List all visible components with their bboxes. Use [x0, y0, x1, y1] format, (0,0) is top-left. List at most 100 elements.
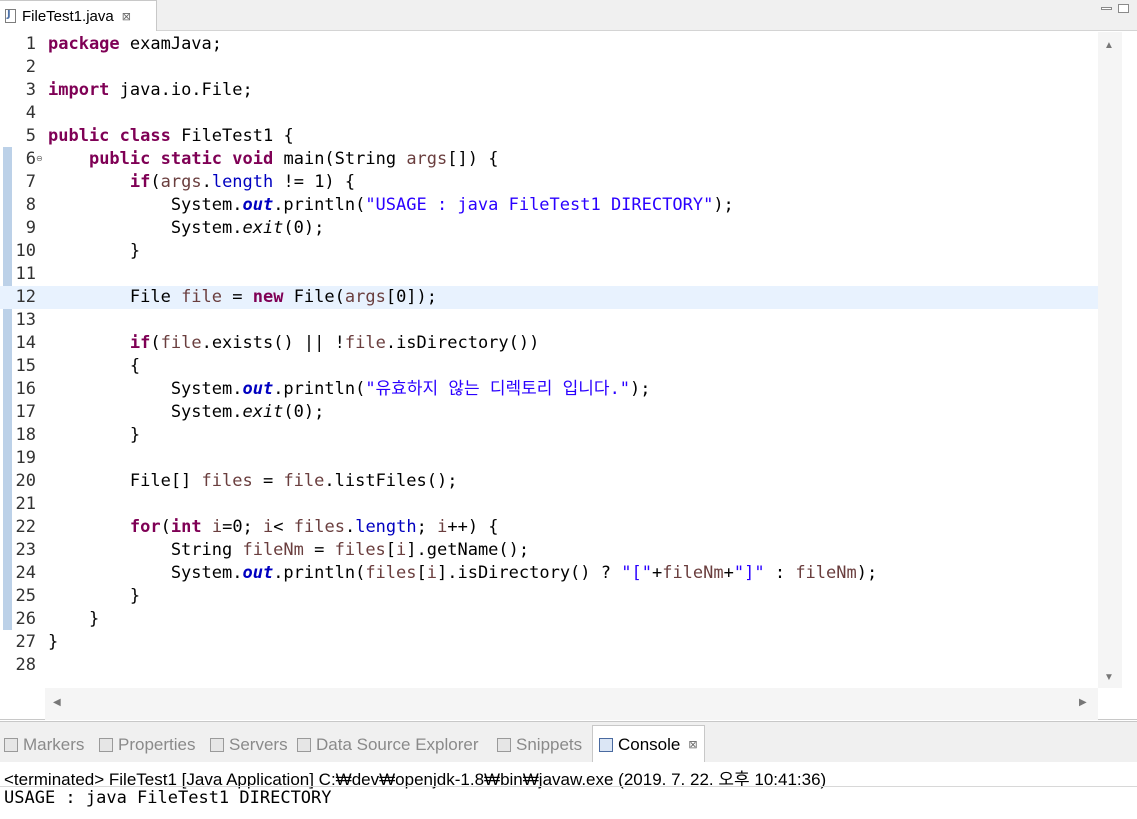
code-line[interactable]: 28	[0, 654, 1098, 677]
scroll-up-icon[interactable]: ▲	[1104, 40, 1114, 51]
code-text: }	[48, 609, 100, 629]
console-output: USAGE : java FileTest1 DIRECTORY	[4, 788, 332, 808]
code-editor[interactable]: 1 package examJava; 2 3 import java.io.File;…	[0, 32, 1137, 720]
code-text: import java.io.File;	[48, 80, 253, 100]
code-line[interactable]: 16 System.out.println("유효하지 않는 디렉토리 입니다.…	[0, 378, 1098, 401]
code-line[interactable]: 11	[0, 263, 1098, 286]
tab-properties[interactable]: Properties	[99, 731, 195, 759]
tab-markers-label: Markers	[23, 735, 85, 754]
tab-console-label: Console	[618, 734, 681, 754]
line-number: 25	[15, 586, 36, 606]
code-line[interactable]: 19	[0, 447, 1098, 470]
code-text: for(int i=0; i< files.length; i++) {	[129, 517, 499, 537]
markers-icon	[4, 738, 18, 752]
tab-snippets[interactable]: Snippets	[497, 731, 582, 759]
code-line[interactable]: 18 }	[0, 424, 1098, 447]
code-text: }	[48, 586, 141, 606]
code-line[interactable]: 8 System.out.println("USAGE : java FileT…	[0, 194, 1098, 217]
line-number: 11	[15, 264, 36, 284]
console-divider	[0, 786, 1137, 787]
code-text: package examJava;	[48, 34, 223, 54]
code-text: File[] files = file.listFiles();	[48, 471, 458, 491]
data-source-explorer-icon	[297, 738, 311, 752]
line-number: 23	[15, 540, 36, 560]
code-line[interactable]: 3 import java.io.File;	[0, 79, 1098, 102]
code-text: System.out.println("USAGE : java FileTes…	[48, 195, 734, 215]
view-tab-bar: Markers Properties Servers Data Source E…	[0, 721, 1137, 763]
line-number: 14	[15, 333, 36, 353]
line-number: 15	[15, 356, 36, 376]
line-number: 9	[25, 218, 36, 238]
scroll-left-icon[interactable]: ◀	[53, 697, 61, 708]
tab-snippets-label: Snippets	[516, 735, 583, 754]
editor-tab-label: FileTest1.java	[22, 7, 114, 25]
line-number: 19	[15, 448, 36, 468]
console-panel[interactable]: <terminated> FileTest1 [Java Application…	[0, 762, 1137, 819]
scroll-down-icon[interactable]: ▼	[1104, 672, 1114, 683]
tab-data-source-explorer[interactable]: Data Source Explorer	[297, 731, 479, 759]
code-line[interactable]: 12 File file = new File(args[0]);	[0, 286, 1098, 309]
line-number: 12	[15, 287, 36, 307]
code-line[interactable]: 13	[0, 309, 1098, 332]
code-line[interactable]: 6 ⊖ public static void main(String args[]…	[0, 148, 1098, 171]
properties-icon	[99, 738, 113, 752]
code-text: }	[48, 241, 141, 261]
scroll-right-icon[interactable]: ▶	[1079, 697, 1087, 708]
code-line[interactable]: 25 }	[0, 585, 1098, 608]
code-line[interactable]: 9 System.exit(0);	[0, 217, 1098, 240]
line-number: 10	[15, 241, 36, 261]
code-line[interactable]: 15 {	[0, 355, 1098, 378]
editor-tab-filetest1[interactable]: FileTest1.java ⊠	[0, 0, 157, 31]
line-number: 26	[15, 609, 36, 629]
line-number: 22	[15, 517, 36, 537]
line-number: 5	[25, 126, 36, 146]
code-line[interactable]: 2	[0, 56, 1098, 79]
fold-toggle-icon[interactable]: ⊖	[36, 154, 43, 163]
code-line[interactable]: 4	[0, 102, 1098, 125]
code-line[interactable]: 26 }	[0, 608, 1098, 631]
code-line[interactable]: 27}	[0, 631, 1098, 654]
code-line[interactable]: 17 System.exit(0);	[0, 401, 1098, 424]
tab-console[interactable]: Console ⊠	[592, 725, 705, 763]
line-number: 21	[15, 494, 36, 514]
line-number: 13	[15, 310, 36, 330]
line-number: 24	[15, 563, 36, 583]
code-text: public static void main(String args[]) {	[88, 149, 499, 169]
minimize-icon[interactable]	[1101, 7, 1112, 10]
line-number: 28	[15, 655, 36, 675]
code-line[interactable]: 7 if(args.length != 1) {	[0, 171, 1098, 194]
vertical-scrollbar[interactable]: ▲ ▼	[1098, 32, 1122, 688]
tab-servers[interactable]: Servers	[210, 731, 288, 759]
line-number: 18	[15, 425, 36, 445]
code-text: if(args.length != 1) {	[129, 172, 356, 192]
code-text: File file = new File(args[0]);	[48, 287, 438, 307]
horizontal-scrollbar[interactable]: ◀ ▶	[45, 688, 1098, 720]
code-line[interactable]: 5 public class FileTest1 {	[0, 125, 1098, 148]
code-text: String fileNm = files[i].getName();	[48, 540, 530, 560]
code-line[interactable]: 20 File[] files = file.listFiles();	[0, 470, 1098, 493]
line-number: 2	[25, 57, 36, 77]
tab-properties-label: Properties	[118, 735, 196, 754]
code-line[interactable]: 21	[0, 493, 1098, 516]
close-icon[interactable]: ⊠	[122, 10, 131, 23]
code-text: System.exit(0);	[48, 218, 325, 238]
tab-markers[interactable]: Markers	[4, 731, 84, 759]
close-icon[interactable]: ⊠	[688, 738, 697, 751]
code-line[interactable]: 24 System.out.println(files[i].isDirecto…	[0, 562, 1098, 585]
code-line[interactable]: 23 String fileNm = files[i].getName();	[0, 539, 1098, 562]
code-line[interactable]: 22 for(int i=0; i< files.length; i++) {	[0, 516, 1098, 539]
code-text: if(file.exists() || !file.isDirectory())	[129, 333, 540, 353]
line-number: 3	[25, 80, 36, 100]
code-text: System.exit(0);	[48, 402, 325, 422]
code-line[interactable]: 10 }	[0, 240, 1098, 263]
servers-icon	[210, 738, 224, 752]
line-number: 7	[25, 172, 36, 192]
snippets-icon	[497, 738, 511, 752]
java-file-icon	[5, 9, 16, 23]
maximize-icon[interactable]	[1118, 4, 1129, 13]
line-number: 20	[15, 471, 36, 491]
code-line[interactable]: 1 package examJava;	[0, 33, 1098, 56]
code-text: public class FileTest1 {	[48, 126, 294, 146]
editor-tab-bar: FileTest1.java ⊠	[0, 0, 1137, 31]
code-line[interactable]: 14 if(file.exists() || !file.isDirectory…	[0, 332, 1098, 355]
